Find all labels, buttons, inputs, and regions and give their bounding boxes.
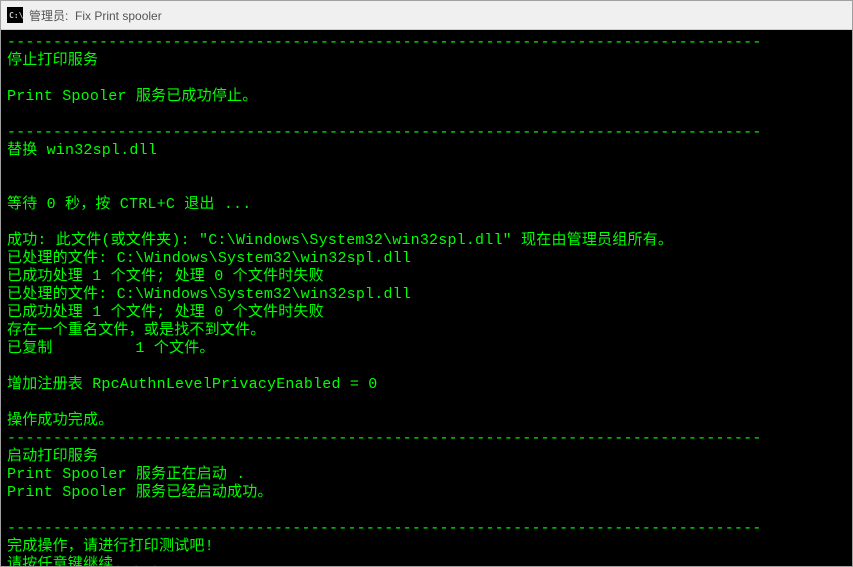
terminal-line: ----------------------------------------… xyxy=(7,430,846,448)
terminal-line: 已成功处理 1 个文件; 处理 0 个文件时失败 xyxy=(7,304,846,322)
terminal-line: 存在一个重名文件，或是找不到文件。 xyxy=(7,322,846,340)
svg-text:C:\: C:\ xyxy=(9,11,23,20)
terminal-line: ----------------------------------------… xyxy=(7,124,846,142)
terminal-line: 操作成功完成。 xyxy=(7,412,846,430)
terminal-line: 已处理的文件: C:\Windows\System32\win32spl.dll xyxy=(7,286,846,304)
terminal-line xyxy=(7,178,846,196)
terminal-line: 完成操作，请进行打印测试吧! xyxy=(7,538,846,556)
terminal-line xyxy=(7,394,846,412)
cmd-icon: C:\ xyxy=(7,7,23,23)
terminal-line xyxy=(7,160,846,178)
terminal-line: 增加注册表 RpcAuthnLevelPrivacyEnabled = 0 xyxy=(7,376,846,394)
terminal-line: 替换 win32spl.dll xyxy=(7,142,846,160)
titlebar[interactable]: C:\ 管理员: Fix Print spooler xyxy=(1,1,852,30)
terminal-line: 停止打印服务 xyxy=(7,52,846,70)
terminal-line xyxy=(7,358,846,376)
terminal-line: ----------------------------------------… xyxy=(7,520,846,538)
terminal-line xyxy=(7,106,846,124)
terminal-line: Print Spooler 服务已成功停止。 xyxy=(7,88,846,106)
terminal-line xyxy=(7,502,846,520)
terminal-line: 启动打印服务 xyxy=(7,448,846,466)
window-title: 管理员: Fix Print spooler xyxy=(29,7,162,24)
console-window: C:\ 管理员: Fix Print spooler -------------… xyxy=(0,0,853,567)
terminal-line: ----------------------------------------… xyxy=(7,34,846,52)
terminal-line: 等待 0 秒，按 CTRL+C 退出 ... xyxy=(7,196,846,214)
terminal-line xyxy=(7,70,846,88)
terminal-line: Print Spooler 服务正在启动 . xyxy=(7,466,846,484)
terminal-line: 已复制 1 个文件。 xyxy=(7,340,846,358)
terminal-line: 请按任意键继续. . . xyxy=(7,556,846,566)
terminal-line: 已处理的文件: C:\Windows\System32\win32spl.dll xyxy=(7,250,846,268)
terminal-line xyxy=(7,214,846,232)
terminal-output[interactable]: ----------------------------------------… xyxy=(1,30,852,566)
terminal-line: 成功: 此文件(或文件夹): "C:\Windows\System32\win3… xyxy=(7,232,846,250)
terminal-line: 已成功处理 1 个文件; 处理 0 个文件时失败 xyxy=(7,268,846,286)
terminal-line: Print Spooler 服务已经启动成功。 xyxy=(7,484,846,502)
